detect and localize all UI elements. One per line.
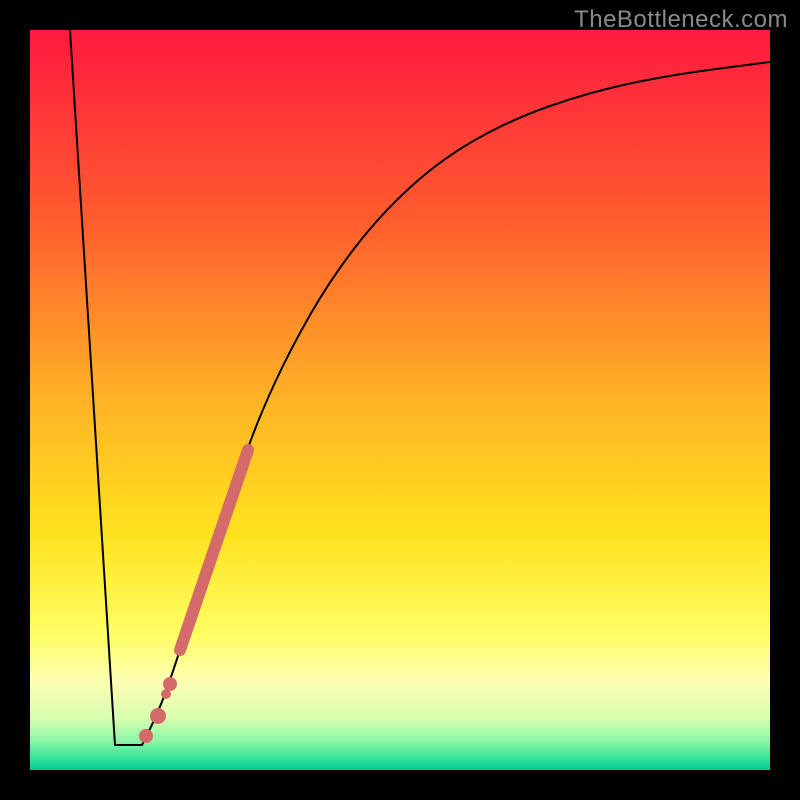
series-curve-right (142, 62, 770, 745)
watermark-label: TheBottleneck.com (574, 6, 788, 34)
highlight-dot (139, 729, 153, 743)
chart-overlay (30, 30, 770, 770)
highlight-segment (180, 450, 248, 650)
highlight-dot (161, 689, 171, 699)
highlight-dot (150, 708, 166, 724)
series-curve-left (70, 30, 142, 745)
highlight-dot (163, 677, 177, 691)
chart-frame: TheBottleneck.com (0, 0, 800, 800)
plot-area (30, 30, 770, 770)
